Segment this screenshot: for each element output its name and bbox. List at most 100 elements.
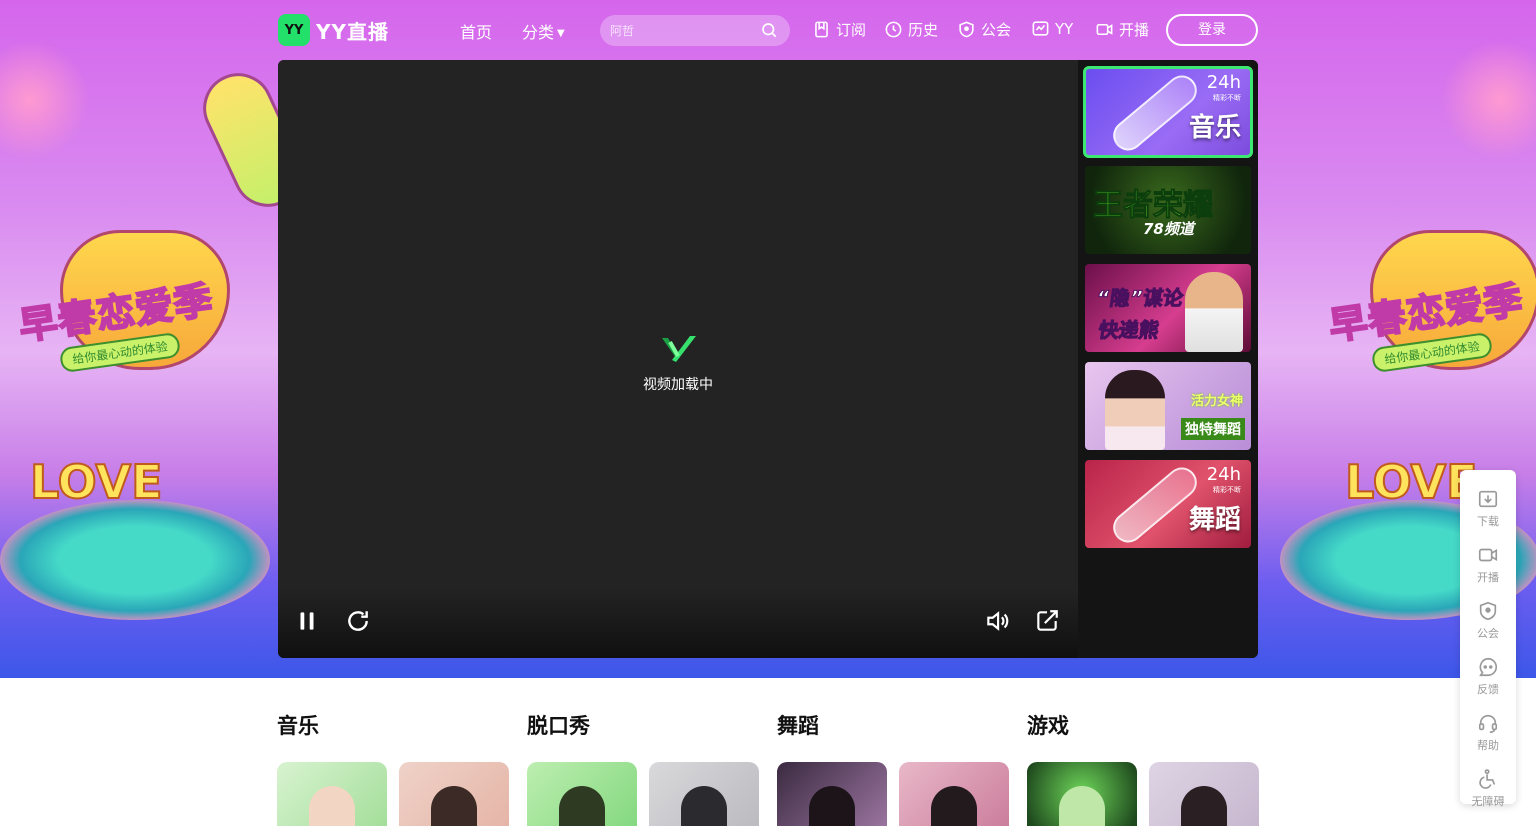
category-talkshow: 脱口秀 (527, 710, 767, 826)
yy-loading-logo-icon (656, 328, 700, 368)
popout-icon (1037, 610, 1058, 631)
shield-icon (959, 21, 974, 38)
search-box (600, 15, 790, 46)
category-title[interactable]: 游戏 (1027, 710, 1267, 740)
tool-label: 开播 (1477, 570, 1499, 584)
nav-home[interactable]: 首页 (460, 19, 492, 43)
tool-label: 下载 (1477, 514, 1499, 528)
badge-sub: 精彩不断 (1213, 486, 1241, 494)
love-text-right: LOVE (1344, 454, 1479, 510)
tool-label: 帮助 (1477, 738, 1499, 752)
tool-broadcast[interactable]: 开播 (1460, 536, 1516, 592)
stream-card[interactable] (649, 762, 759, 826)
streamer-avatar (1185, 272, 1243, 352)
volume-icon (987, 611, 1009, 631)
channel-thumb-music[interactable]: 24h 精彩不断 音乐 (1083, 66, 1253, 158)
nav-category-label: 分类 (522, 23, 555, 42)
channel-line2: 独特舞蹈 (1181, 418, 1245, 440)
video-player: 视频加载中 24h 精彩不断 音乐 王者荣耀 78频道 “隐”谋论 快递熊 活力… (278, 60, 1258, 658)
shield-icon (1479, 601, 1497, 620)
stream-card[interactable] (777, 762, 887, 826)
tool-label: 公会 (1477, 626, 1499, 640)
camera-icon (1478, 548, 1498, 561)
stream-card[interactable] (1149, 762, 1259, 826)
nav-broadcast[interactable]: 开播 (1095, 19, 1149, 40)
search-icon[interactable] (760, 21, 778, 39)
channel-list: 24h 精彩不断 音乐 王者荣耀 78频道 “隐”谋论 快递熊 活力女神 独特舞… (1078, 60, 1258, 658)
loading-indicator: 视频加载中 (278, 328, 1078, 394)
nav-category[interactable]: 分类 ▼ (522, 19, 565, 43)
channel-thumb-dance[interactable]: 24h 精彩不断 舞蹈 (1085, 460, 1251, 548)
pause-icon (300, 612, 314, 630)
yy-chart-icon (1032, 21, 1049, 36)
badge-24h: 24h (1206, 72, 1241, 93)
logo[interactable]: YY YY直播 (278, 14, 389, 46)
tool-label: 无障碍 (1471, 794, 1505, 808)
channel-thumb-bear[interactable]: “隐”谋论 快递熊 (1085, 264, 1251, 352)
stream-card[interactable] (899, 762, 1009, 826)
channel-thumb-honor[interactable]: 王者荣耀 78频道 (1085, 166, 1251, 254)
badge-24h: 24h (1206, 464, 1241, 485)
logo-text: YY直播 (316, 19, 389, 44)
stream-card[interactable] (527, 762, 637, 826)
accessibility-icon (1479, 768, 1496, 789)
logo-mark-icon: YY (278, 14, 310, 46)
nav-subscribe-label: 订阅 (836, 21, 867, 39)
stream-card[interactable] (1027, 762, 1137, 826)
streamer-avatar (559, 786, 605, 826)
category-title[interactable]: 脱口秀 (527, 710, 767, 740)
nav-yy[interactable]: YY (1031, 19, 1073, 38)
camera-icon (1096, 23, 1113, 36)
streamer-avatar (431, 786, 477, 826)
tool-feedback[interactable]: 反馈 (1460, 648, 1516, 704)
tool-help[interactable]: 帮助 (1460, 704, 1516, 760)
tool-guild[interactable]: 公会 (1460, 592, 1516, 648)
nav-yy-label: YY (1055, 19, 1074, 38)
streamer-avatar (1181, 786, 1227, 826)
category-title[interactable]: 音乐 (277, 710, 517, 740)
channel-thumb-dance-girl[interactable]: 活力女神 独特舞蹈 (1085, 362, 1251, 450)
popout-button[interactable] (1034, 608, 1060, 634)
streamer-avatar (1105, 370, 1165, 450)
refresh-button[interactable] (345, 608, 371, 634)
category-title[interactable]: 舞蹈 (777, 710, 1017, 740)
nav-subscribe[interactable]: 订阅 (812, 19, 866, 40)
channel-title: 舞蹈 (1188, 505, 1241, 535)
streamer-avatar (931, 786, 977, 826)
chevron-down-icon: ▼ (557, 28, 565, 39)
category-game: 游戏 (1027, 710, 1267, 826)
streamer-avatar (1059, 786, 1105, 826)
login-button[interactable]: 登录 (1166, 14, 1258, 46)
clock-icon (885, 21, 902, 38)
download-icon (1478, 490, 1498, 507)
decor-pool (0, 500, 270, 620)
video-area[interactable]: 视频加载中 (278, 60, 1078, 658)
stream-card[interactable] (399, 762, 509, 826)
tool-label: 反馈 (1477, 682, 1499, 696)
channel-line1: “隐”谋论 (1095, 286, 1186, 311)
streamer-avatar (309, 786, 355, 826)
tool-accessibility[interactable]: 无障碍 (1460, 760, 1516, 816)
tool-download[interactable]: 下载 (1460, 480, 1516, 536)
nav-broadcast-label: 开播 (1119, 21, 1150, 39)
channel-title: 音乐 (1188, 113, 1241, 143)
nav-guild[interactable]: 公会 (957, 19, 1011, 40)
badge-sub: 精彩不断 (1213, 94, 1241, 102)
refresh-icon (348, 611, 368, 631)
feedback-icon (1479, 657, 1498, 676)
streamer-avatar (681, 786, 727, 826)
headset-icon (1478, 714, 1498, 733)
nav-history-label: 历史 (908, 21, 939, 39)
channel-line2: 快递熊 (1097, 318, 1161, 343)
bookmark-icon (815, 21, 828, 38)
loading-text: 视频加载中 (643, 377, 713, 393)
channel-subtitle: 78频道 (1143, 220, 1194, 238)
stream-card[interactable] (277, 762, 387, 826)
category-music: 音乐 (277, 710, 517, 826)
pause-button[interactable] (294, 608, 320, 634)
search-input[interactable] (610, 23, 750, 38)
nav-history[interactable]: 历史 (884, 19, 938, 40)
floating-toolbar: 下载 开播 公会 反馈 帮助 无障碍 (1460, 470, 1516, 808)
top-nav: YY YY直播 首页 分类▼ 订阅 历史 公会 YY 开播 登录 (0, 0, 1536, 60)
volume-button[interactable] (984, 608, 1010, 634)
